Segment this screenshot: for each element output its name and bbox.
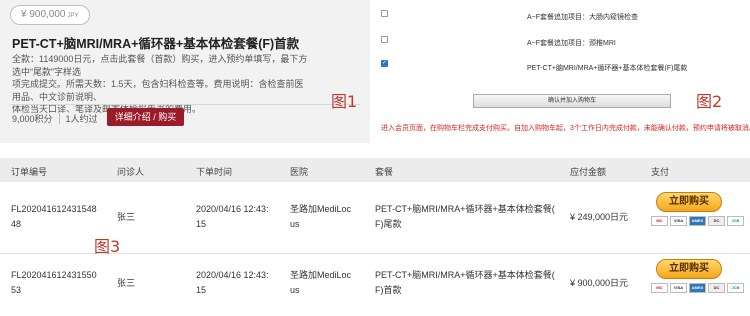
amount-due: ¥ 900,000日元 [570, 278, 629, 288]
option-checkbox-balance-payment[interactable] [381, 59, 388, 67]
order-number-line: FL202041612431548 [11, 204, 97, 214]
order-number: FL202041612431548 48 [11, 202, 97, 232]
card-logos: MC VISA AMEX DC JCB [651, 283, 744, 293]
hospital-line: 圣路加MediLoc [290, 204, 352, 214]
amex-icon: AMEX [689, 216, 706, 226]
people-count: 1人约过 [65, 113, 98, 124]
order-time-line: 2020/04/16 12:43: [196, 204, 269, 214]
option-label-colonoscopy: A~F套餐追加项目：大肠内窥镜检查 [527, 14, 639, 21]
package-name: PET-CT+脑MRI/MRA+循环器+基本体检套餐( F)尾款 [375, 202, 555, 232]
visa-icon: VISA [670, 283, 687, 293]
header-package: 套餐 [375, 167, 394, 177]
order-time-line: 2020/04/16 12:43: [196, 270, 269, 280]
description-line: 项完成提交。所需天数：1.5天，包含妇科检查等。费用说明：含检查前医用品、中文诊… [12, 79, 304, 102]
detail-purchase-button[interactable]: 详细介绍 / 购买 [107, 108, 184, 126]
package-line: F)首款 [375, 285, 402, 295]
figure-label-3: 图3 [94, 237, 121, 256]
package-line: PET-CT+脑MRI/MRA+循环器+基本体检套餐( [375, 204, 555, 214]
hospital-name: 圣路加MediLoc us [290, 268, 351, 298]
package-name: PET-CT+脑MRI/MRA+循环器+基本体检套餐( F)首款 [375, 268, 555, 298]
card-divider [10, 104, 360, 105]
mastercard-icon: MC [651, 283, 668, 293]
header-order-no: 订单编号 [11, 167, 48, 177]
hospital-name: 圣路加MediLoc us [290, 202, 351, 232]
order-number-line: FL202041612431550 [11, 270, 97, 280]
package-line: F)尾款 [375, 219, 402, 229]
mastercard-icon: MC [651, 216, 668, 226]
order-time-line: 15 [196, 285, 207, 295]
figure-label-2: 图2 [696, 92, 723, 111]
patient-name: 张三 [117, 278, 136, 288]
option-checkbox-cervical-mri[interactable] [381, 36, 388, 43]
product-card: ¥ 900,000 JPY PET-CT+脑MRI/MRA+循环器+基本体检套餐(… [0, 0, 370, 143]
table-row: FL202041612431550 53 张三 2020/04/16 12:43… [0, 254, 750, 316]
amount-due: ¥ 249,000日元 [570, 212, 629, 222]
hospital-line: us [290, 219, 300, 229]
order-number-line: 53 [11, 285, 22, 295]
buy-now-button[interactable]: 立即购买 [656, 259, 722, 279]
order-number: FL202041612431550 53 [11, 268, 97, 298]
product-title: PET-CT+脑MRI/MRA+循环器+基本体检套餐(F)首款 [12, 37, 300, 51]
diners-icon: DC [708, 216, 725, 226]
header-payment: 支付 [651, 167, 670, 177]
payment-notice: 进入会员页面，在购物车栏完成支付购买。自加入购物车起，3个工作日内完成付款，未能… [381, 125, 750, 132]
points-value: 9,000积分 [12, 113, 53, 124]
diners-icon: DC [708, 283, 725, 293]
figure-label-1: 图1 [331, 92, 358, 111]
header-amount: 应付金额 [570, 167, 607, 177]
product-meta: 9,000积分 1人约过 [12, 112, 98, 124]
add-to-cart-button[interactable]: 确认并加入购物车 [473, 94, 671, 108]
card-logos: MC VISA AMEX DC JCB [651, 216, 744, 226]
option-label-balance-payment: PET-CT+脑MRI/MRA+循环器+基本体检套餐(F)尾款 [527, 65, 688, 72]
meta-separator [58, 112, 60, 124]
jcb-icon: JCB [727, 216, 744, 226]
header-hospital: 医院 [290, 167, 309, 177]
product-description: 全款：1149000日元，点击此套餐（首款）购买，进入预约单填写，最下方选中“尾… [12, 53, 312, 116]
header-patient: 问诊人 [117, 167, 145, 177]
order-time-line: 15 [196, 219, 207, 229]
price-unit: JPY [67, 13, 79, 19]
buy-now-button[interactable]: 立即购买 [656, 192, 722, 212]
amex-icon: AMEX [689, 283, 706, 293]
order-time: 2020/04/16 12:43: 15 [196, 268, 269, 298]
header-order-time: 下单时间 [196, 167, 233, 177]
table-header: 订单编号 问诊人 下单时间 医院 套餐 应付金额 支付 [0, 158, 750, 182]
package-line: PET-CT+脑MRI/MRA+循环器+基本体检套餐( [375, 270, 555, 280]
jcb-icon: JCB [727, 283, 744, 293]
order-time: 2020/04/16 12:43: 15 [196, 202, 269, 232]
visa-icon: VISA [670, 216, 687, 226]
hospital-line: 圣路加MediLoc [290, 270, 352, 280]
hospital-line: us [290, 285, 300, 295]
description-line: 全款：1149000日元，点击此套餐（首款）购买，进入预约单填写，最下方选中“尾… [12, 54, 308, 77]
option-checkbox-colonoscopy[interactable] [381, 10, 388, 17]
price-value: ¥ 900,000 [21, 9, 66, 20]
patient-name: 张三 [117, 212, 136, 222]
option-label-cervical-mri: A~F套餐追加项目：颈椎MRI [527, 40, 616, 47]
price-badge: ¥ 900,000 JPY [10, 5, 90, 25]
order-number-line: 48 [11, 219, 22, 229]
